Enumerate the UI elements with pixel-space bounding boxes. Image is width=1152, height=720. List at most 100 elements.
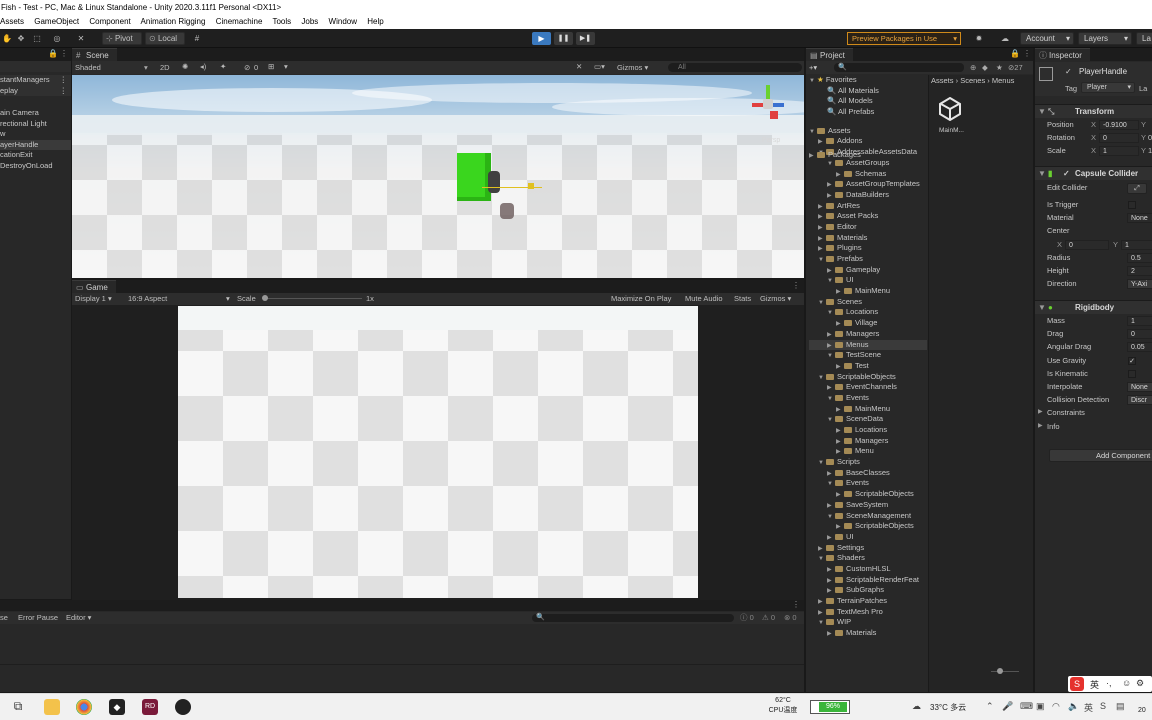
menu-animation-rigging[interactable]: Animation Rigging (141, 17, 206, 26)
layout-dropdown[interactable]: La (1136, 32, 1152, 45)
menu-cinemachine[interactable]: Cinemachine (216, 17, 263, 26)
breadcrumb-item[interactable]: Scenes (960, 76, 985, 85)
interpolate-dropdown[interactable]: None (1127, 381, 1152, 392)
info-count-icon[interactable]: ⓘ 0 (740, 612, 754, 623)
collision-detection-dropdown[interactable]: Discr (1127, 395, 1152, 406)
gizmos-dropdown[interactable]: Gizmos ▾ (617, 62, 648, 73)
ime-language[interactable]: 英 (1090, 678, 1099, 691)
hierarchy-item[interactable]: stantManagers ⋮ (0, 75, 71, 86)
maximize-on-play-toggle[interactable]: Maximize On Play (611, 293, 671, 304)
project-folder[interactable]: ▶ Plugins (809, 243, 927, 254)
pause-button[interactable]: ❚❚ (554, 32, 573, 45)
lock-icon[interactable]: 🔒 (48, 49, 58, 58)
menu-help[interactable]: Help (367, 17, 383, 26)
project-folder[interactable]: ▶ TextMesh Pro (809, 607, 927, 618)
grid-icon[interactable]: ⊞ (268, 61, 274, 72)
wifi-icon[interactable]: ◠ (1052, 701, 1060, 712)
project-folder[interactable]: ▶ MainMenu (809, 404, 927, 415)
active-checkbox[interactable]: ✓ (1065, 67, 1072, 76)
hand-tool-icon[interactable]: ✋ (0, 32, 14, 45)
project-folder[interactable]: ▶ AssetGroupTemplates (809, 179, 927, 190)
volume-icon[interactable]: 🔈 (1068, 701, 1079, 712)
sogou-tray-icon[interactable]: S (1100, 701, 1106, 711)
tools-icon[interactable]: ✕ (576, 61, 582, 72)
project-folder[interactable]: ▶ Materials (809, 628, 927, 639)
hidden-packages-icon[interactable]: ⊘27 (1008, 62, 1023, 73)
breadcrumb-item[interactable]: Assets (931, 76, 954, 85)
constraints-foldout[interactable]: ▶ Constraints (1035, 406, 1152, 419)
filter-type-icon[interactable]: ⊕ (970, 62, 976, 73)
ime-settings-icon[interactable]: ⚙ (1136, 678, 1144, 689)
material-field[interactable]: None (1127, 213, 1152, 224)
microphone-icon[interactable]: 🎤 (1002, 701, 1013, 712)
angular-drag-field[interactable]: 0.05 (1127, 342, 1152, 353)
icon-size-slider[interactable] (991, 671, 1019, 672)
tab-game[interactable]: ▭ Game (72, 280, 116, 293)
camera-settings-icon[interactable]: ▭▾ (594, 61, 605, 72)
project-folder[interactable]: ▶ DataBuilders (809, 190, 927, 201)
rotation-x-field[interactable]: 0 (1099, 133, 1139, 144)
scale-x-field[interactable]: 1 (1099, 146, 1139, 157)
hierarchy-search-bar[interactable] (0, 61, 71, 72)
local-button[interactable]: ⊙ Local (145, 32, 185, 45)
game-gizmos-dropdown[interactable]: Gizmos ▾ (760, 293, 791, 304)
lock-icon[interactable]: 🔒 (1010, 49, 1020, 58)
task-view-icon[interactable]: ⧉ (10, 699, 26, 715)
npc-character[interactable] (500, 203, 514, 219)
ime-mode-icon[interactable]: 英 (1084, 701, 1093, 714)
favorite-item[interactable]: 🔍 All Materials (809, 86, 927, 97)
play-button[interactable]: ▶ (532, 32, 551, 45)
ime-emoji-icon[interactable]: ☺ (1122, 678, 1131, 688)
hierarchy-item-selected[interactable]: ayerHandle (0, 139, 71, 150)
mute-audio-toggle[interactable]: Mute Audio (685, 293, 723, 304)
weather-cloud-icon[interactable]: ☁ (912, 701, 921, 712)
orientation-gizmo[interactable] (752, 85, 784, 125)
light-gizmo-icon[interactable] (528, 183, 534, 189)
rect-tool-icon[interactable]: ⬚ (30, 32, 44, 45)
file-explorer-icon[interactable] (44, 699, 60, 715)
menu-gameobject[interactable]: GameObject (34, 17, 79, 26)
use-gravity-checkbox[interactable]: ✓ (1128, 356, 1136, 365)
project-folder[interactable]: ▼ Locations (809, 307, 927, 318)
pivot-button[interactable]: ⊹ Pivot (102, 32, 142, 45)
hierarchy-item[interactable]: cationExit (0, 150, 71, 161)
project-folder[interactable]: ▶ Materials (809, 233, 927, 244)
scale-slider-track[interactable] (262, 298, 362, 299)
project-folder[interactable]: ▶ Addons (809, 136, 927, 147)
menu-assets[interactable]: Assets (0, 17, 24, 26)
move-tool-icon[interactable]: ✥ (14, 32, 28, 45)
rider-icon[interactable]: RD (142, 699, 158, 715)
menu-component[interactable]: Component (89, 17, 130, 26)
direction-dropdown[interactable]: Y-Axi (1127, 279, 1152, 290)
position-x-field[interactable]: -0.9100 (1099, 120, 1139, 130)
player-capsule-collider[interactable] (457, 153, 491, 201)
expand-arrow-closed-icon[interactable]: ▶ (827, 629, 835, 640)
grid-snap-icon[interactable]: # (190, 32, 204, 45)
aspect-chevron-icon[interactable]: ▾ (226, 293, 230, 304)
project-search-input[interactable]: 🔍 (834, 63, 964, 72)
tab-scene[interactable]: # Scene (72, 48, 117, 61)
height-field[interactable]: 2 (1127, 265, 1152, 276)
project-folder[interactable]: ▶ Asset Packs (809, 211, 927, 222)
panel-menu-icon[interactable]: ⋮ (1023, 49, 1031, 58)
project-folder[interactable]: ▼ Scenes (809, 297, 927, 308)
project-folder[interactable]: ▶ Village (809, 318, 927, 329)
hierarchy-item[interactable]: eplay ⋮ (0, 85, 71, 96)
project-folder[interactable]: ▼ Shaders (809, 553, 927, 564)
project-folder[interactable]: ▼ TestScene (809, 350, 927, 361)
project-folder[interactable]: ▶ ArtRes (809, 201, 927, 212)
project-folder[interactable]: ▼ Events (809, 478, 927, 489)
info-foldout[interactable]: ▶ Info (1035, 420, 1152, 433)
preview-packages-dropdown[interactable]: Preview Packages in Use ▾ (847, 32, 961, 45)
radius-field[interactable]: 0.5 (1127, 252, 1152, 263)
panel-menu-icon[interactable]: ⋮ (60, 49, 68, 58)
network-icon[interactable]: ▣ (1036, 701, 1045, 712)
rigidbody-header[interactable]: ▼ ● Rigidbody (1035, 300, 1152, 314)
unity-scene-icon[interactable] (939, 96, 961, 122)
project-folder[interactable]: ▶ SaveSystem (809, 500, 927, 511)
project-folder[interactable]: ▶ ScriptableObjects (809, 489, 927, 500)
weather-text[interactable]: 33°C 多云 (930, 702, 966, 713)
error-count-icon[interactable]: ⊗ 0 (784, 612, 797, 623)
scene-viewport[interactable]: Persp (72, 75, 804, 278)
project-folder[interactable]: ▶ Managers (809, 436, 927, 447)
